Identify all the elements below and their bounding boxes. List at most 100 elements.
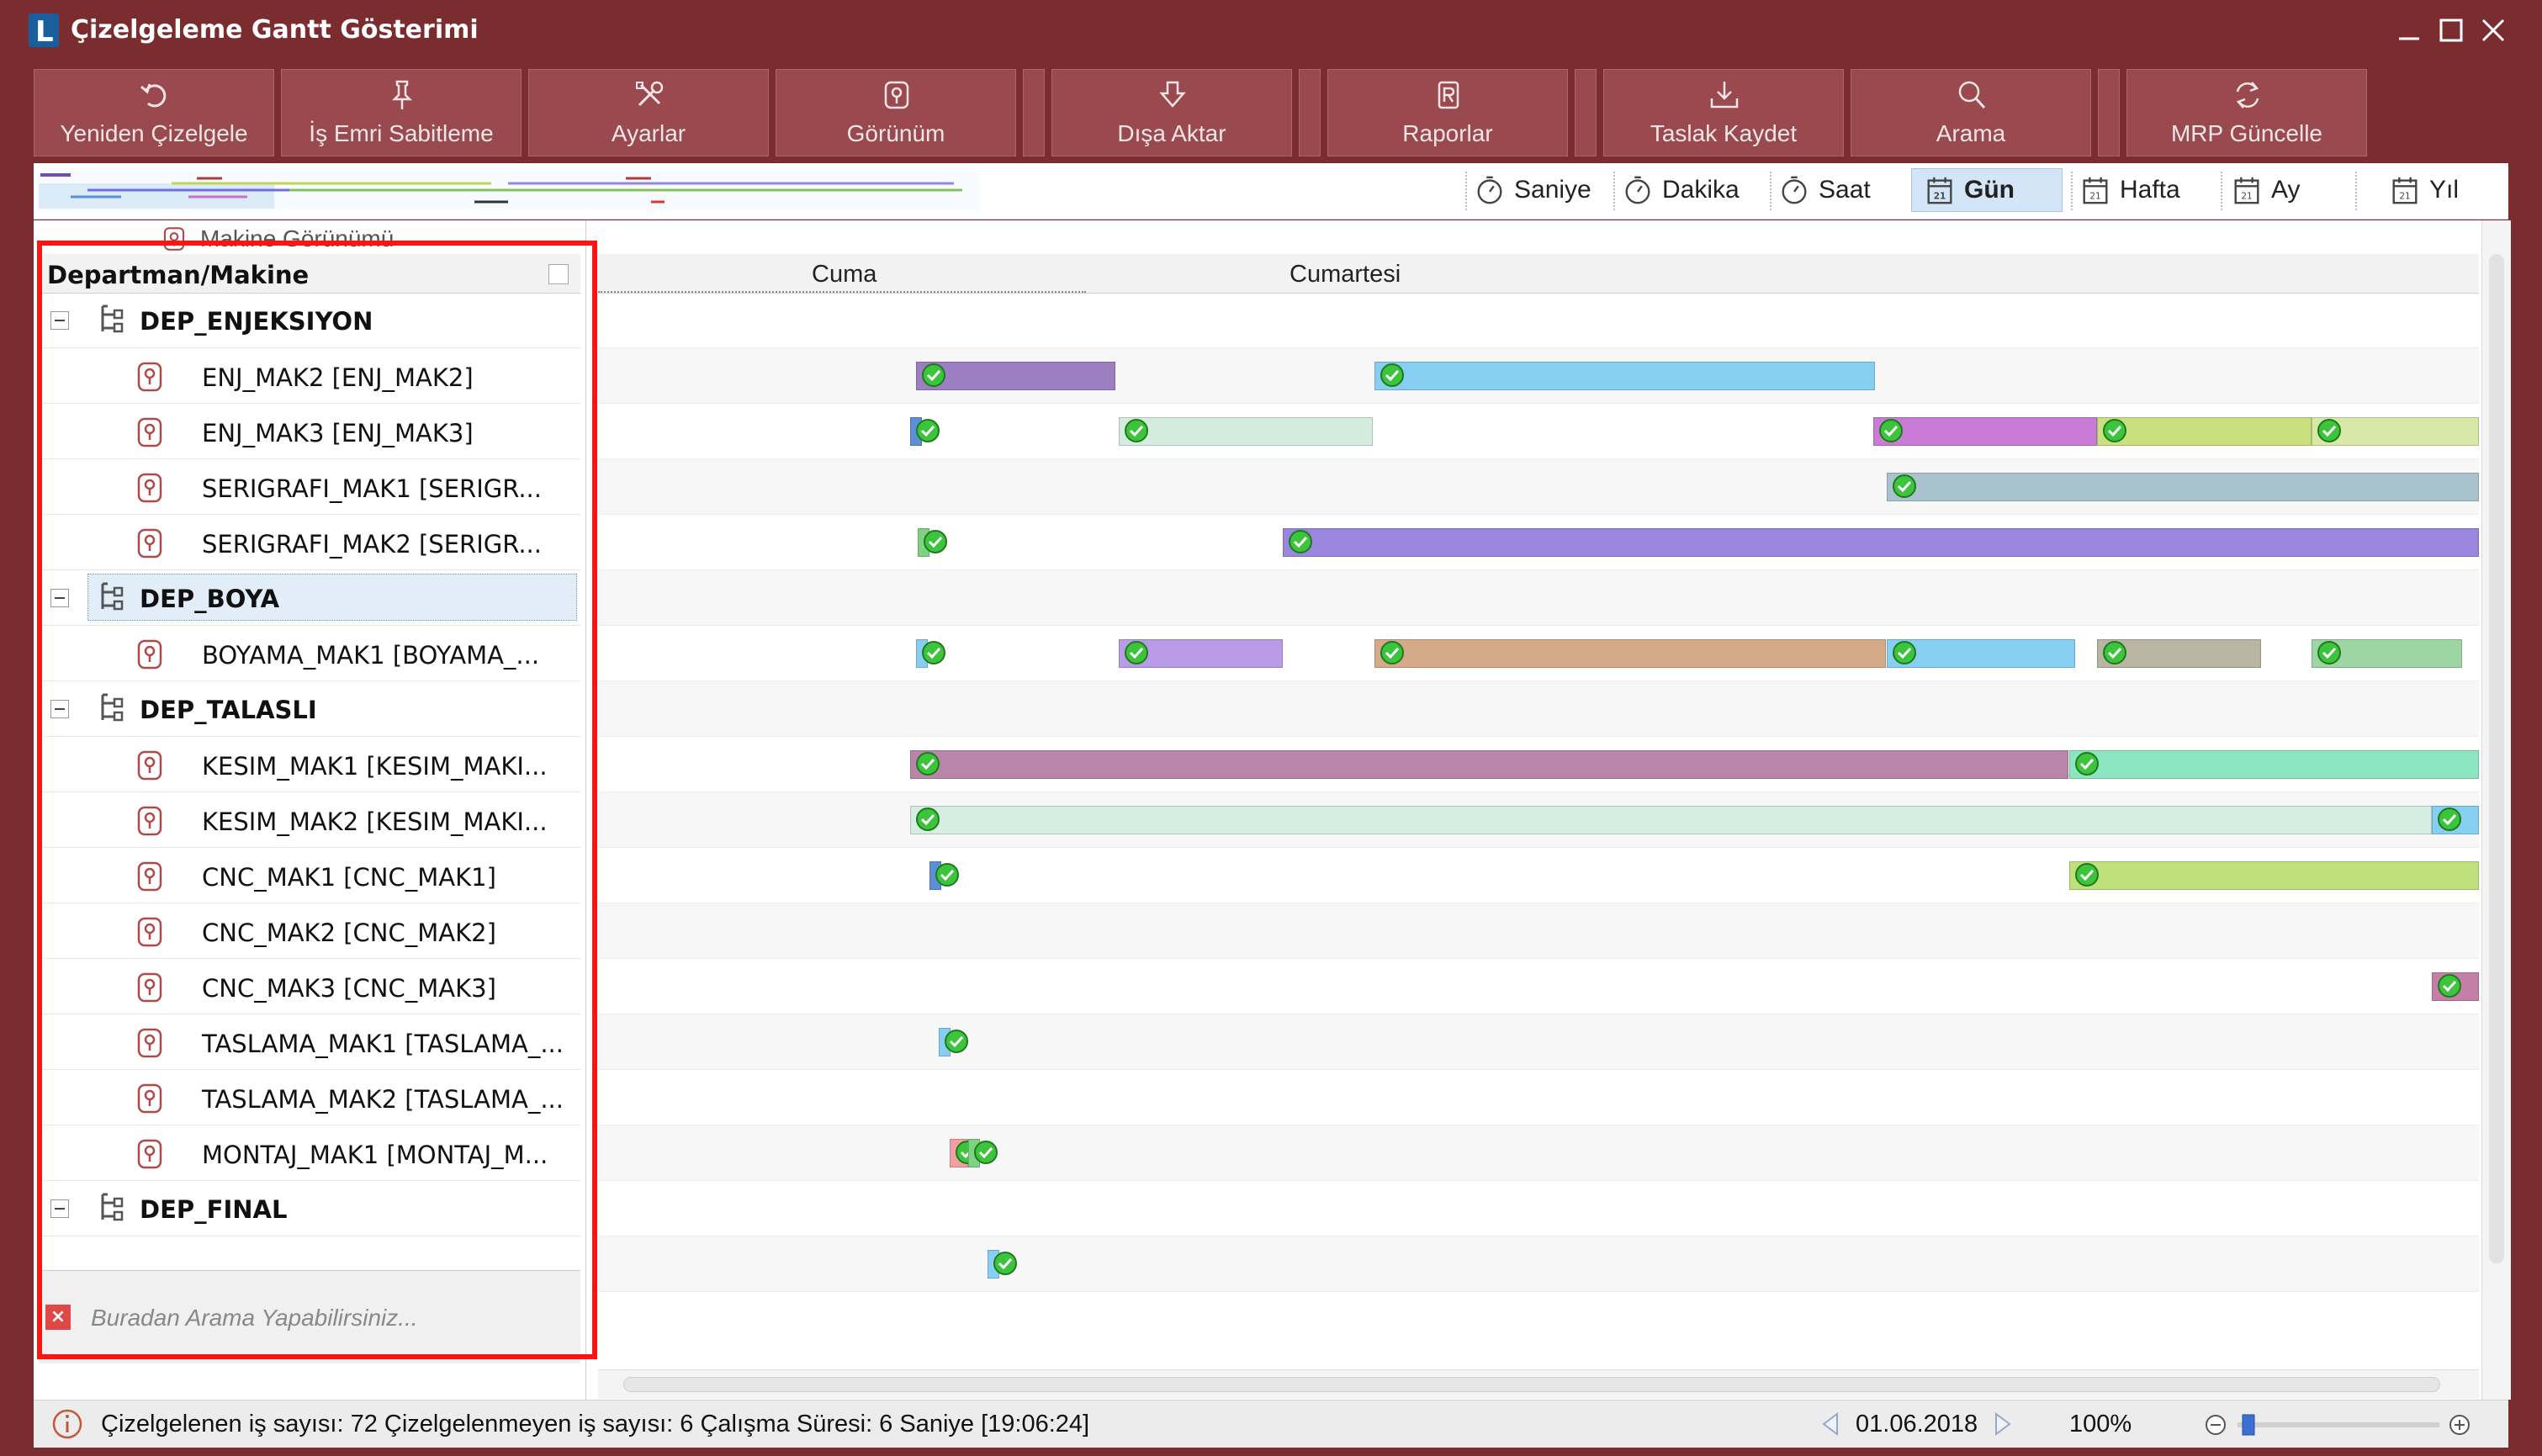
scale-second-button[interactable]: Saniye xyxy=(1474,168,1591,212)
clear-search-icon[interactable]: × xyxy=(45,1305,71,1330)
collapse-toggle-icon[interactable] xyxy=(50,589,69,607)
tree-department-row[interactable]: DEP_TALASLI xyxy=(39,681,580,737)
machine-icon xyxy=(133,749,167,782)
scale-year-label: Yıl xyxy=(2429,176,2460,204)
maximize-button[interactable] xyxy=(2434,13,2468,47)
gantt-task-bar[interactable] xyxy=(929,861,959,890)
tree-machine-row[interactable]: TASLAMA_MAK2 [TASLAMA_... xyxy=(39,1070,580,1125)
gantt-task-bar[interactable] xyxy=(1374,639,1886,668)
pin-order-button[interactable]: İş Emri Sabitleme xyxy=(281,69,522,156)
tree-machine-row[interactable]: TASLAMA_MAK1 [TASLAMA_... xyxy=(39,1014,580,1070)
vertical-scroll-thumb[interactable] xyxy=(2489,254,2504,1263)
gantt-task-bar[interactable] xyxy=(1873,417,2097,446)
collapse-toggle-icon[interactable] xyxy=(50,311,69,330)
machine-view-tab[interactable]: Makine Görünümü xyxy=(160,222,394,256)
settings-button[interactable]: Ayarlar xyxy=(528,69,769,156)
machine-icon xyxy=(133,860,167,893)
gantt-task-bar[interactable] xyxy=(2097,417,2312,446)
zoom-thumb[interactable] xyxy=(2242,1414,2255,1436)
gantt-task-bar[interactable] xyxy=(910,750,2068,779)
gantt-overview-minimap[interactable] xyxy=(37,172,979,210)
gantt-task-bar[interactable] xyxy=(1119,639,1283,668)
gantt-task-bar[interactable] xyxy=(1283,528,2479,557)
gantt-task-bar[interactable] xyxy=(988,1250,1017,1279)
export-label: Dışa Aktar xyxy=(1117,120,1226,146)
machine-icon xyxy=(133,915,167,949)
horizontal-scroll-thumb[interactable] xyxy=(623,1377,2440,1392)
tree-department-row[interactable]: DEP_FINAL xyxy=(39,1181,580,1236)
tree-machine-row[interactable]: KESIM_MAK2 [KESIM_MAKI... xyxy=(39,792,580,848)
scale-hour-button[interactable]: Saat xyxy=(1778,168,1871,212)
machine-icon xyxy=(133,971,167,1004)
machine-icon xyxy=(133,416,167,449)
vertical-scrollbar[interactable] xyxy=(2481,220,2511,1400)
view-button[interactable]: Görünüm xyxy=(776,69,1016,156)
department-tree-icon xyxy=(94,580,128,616)
next-date-icon[interactable] xyxy=(1989,1411,2016,1437)
gantt-task-bar[interactable] xyxy=(2312,417,2479,446)
tree-machine-row[interactable]: CNC_MAK3 [CNC_MAK3] xyxy=(39,959,580,1014)
gantt-task-bar[interactable] xyxy=(939,1028,968,1056)
save-draft-button[interactable]: Taslak Kaydet xyxy=(1603,69,1844,156)
gantt-task-bar[interactable] xyxy=(1374,362,1875,390)
gantt-task-bar[interactable] xyxy=(910,417,940,446)
day-label-friday: Cuma xyxy=(812,261,877,288)
tree-machine-row[interactable]: SERIGRAFI_MAK1 [SERIGR... xyxy=(39,459,580,515)
horizontal-scrollbar[interactable] xyxy=(598,1369,2479,1399)
task-complete-check-icon xyxy=(914,417,941,444)
close-button[interactable] xyxy=(2476,13,2510,47)
gantt-timeline-header: Cuma Cumartesi xyxy=(598,254,2479,294)
gantt-task-bar[interactable] xyxy=(950,1139,979,1167)
task-complete-check-icon xyxy=(2101,417,2128,444)
gantt-task-bar[interactable] xyxy=(2432,806,2479,834)
gantt-task-bar[interactable] xyxy=(1887,639,2075,668)
gantt-task-bar[interactable] xyxy=(2432,972,2479,1001)
tree-machine-row[interactable]: CNC_MAK1 [CNC_MAK1] xyxy=(39,848,580,903)
collapse-toggle-icon[interactable] xyxy=(50,1199,69,1218)
scale-minute-button[interactable]: Dakika xyxy=(1622,168,1740,212)
department-tree-icon xyxy=(94,1191,128,1226)
gantt-row xyxy=(598,1014,2479,1070)
search-button[interactable]: Arama xyxy=(1851,69,2091,156)
gantt-task-bar[interactable] xyxy=(2312,639,2462,668)
export-button[interactable]: Dışa Aktar xyxy=(1051,69,1292,156)
scale-month-button[interactable]: 21 Ay xyxy=(2231,168,2300,212)
gantt-task-bar[interactable] xyxy=(918,528,947,557)
tree-machine-row[interactable]: CNC_MAK2 [CNC_MAK2] xyxy=(39,903,580,959)
gantt-task-bar[interactable] xyxy=(1119,417,1373,446)
gantt-task-bar[interactable] xyxy=(2097,639,2261,668)
zoom-slider[interactable] xyxy=(2204,1412,2473,1437)
machine-icon xyxy=(133,1026,167,1060)
reschedule-button[interactable]: Yeniden Çizelgele xyxy=(34,69,274,156)
toolbar-separator xyxy=(1575,69,1597,156)
scale-year-button[interactable]: 21 Yıl xyxy=(2389,168,2459,212)
tree-search-box: × xyxy=(39,1270,580,1363)
svg-text:21: 21 xyxy=(2399,191,2410,201)
minimize-button[interactable] xyxy=(2392,13,2426,47)
gantt-task-bar[interactable] xyxy=(916,639,945,668)
tree-department-row[interactable]: DEP_ENJEKSIYON xyxy=(39,293,580,348)
tree-machine-row[interactable]: ENJ_MAK2 [ENJ_MAK2] xyxy=(39,348,580,404)
tree-department-row[interactable]: DEP_BOYA xyxy=(39,570,580,626)
gantt-task-bar[interactable] xyxy=(910,806,2432,834)
reports-button[interactable]: Raporlar xyxy=(1327,69,1568,156)
gantt-task-bar[interactable] xyxy=(1887,473,2479,501)
tree-search-input[interactable] xyxy=(89,1296,564,1340)
tree-machine-row[interactable]: BOYAMA_MAK1 [BOYAMA_... xyxy=(39,626,580,681)
collapse-toggle-icon[interactable] xyxy=(50,700,69,718)
gantt-task-bar[interactable] xyxy=(968,1139,998,1167)
gantt-task-bar[interactable] xyxy=(916,362,1115,390)
gantt-task-bar[interactable] xyxy=(2069,750,2479,779)
machine-label: CNC_MAK3 [CNC_MAK3] xyxy=(202,974,496,1003)
scale-day-button[interactable]: 21 Gün xyxy=(1911,168,2063,212)
collapse-all-button[interactable] xyxy=(548,264,569,284)
tree-machine-row[interactable]: ENJ_MAK3 [ENJ_MAK3] xyxy=(39,404,580,459)
task-complete-check-icon xyxy=(2316,639,2343,666)
tree-machine-row[interactable]: KESIM_MAK1 [KESIM_MAKI... xyxy=(39,737,580,792)
tree-machine-row[interactable]: SERIGRAFI_MAK2 [SERIGR... xyxy=(39,515,580,570)
gantt-task-bar[interactable] xyxy=(2069,861,2479,890)
tree-machine-row[interactable]: MONTAJ_MAK1 [MONTAJ_M... xyxy=(39,1125,580,1181)
scale-week-button[interactable]: 21 Hafta xyxy=(2079,168,2180,212)
mrp-update-button[interactable]: MRP Güncelle xyxy=(2126,69,2367,156)
prev-date-icon[interactable] xyxy=(1817,1411,1844,1437)
